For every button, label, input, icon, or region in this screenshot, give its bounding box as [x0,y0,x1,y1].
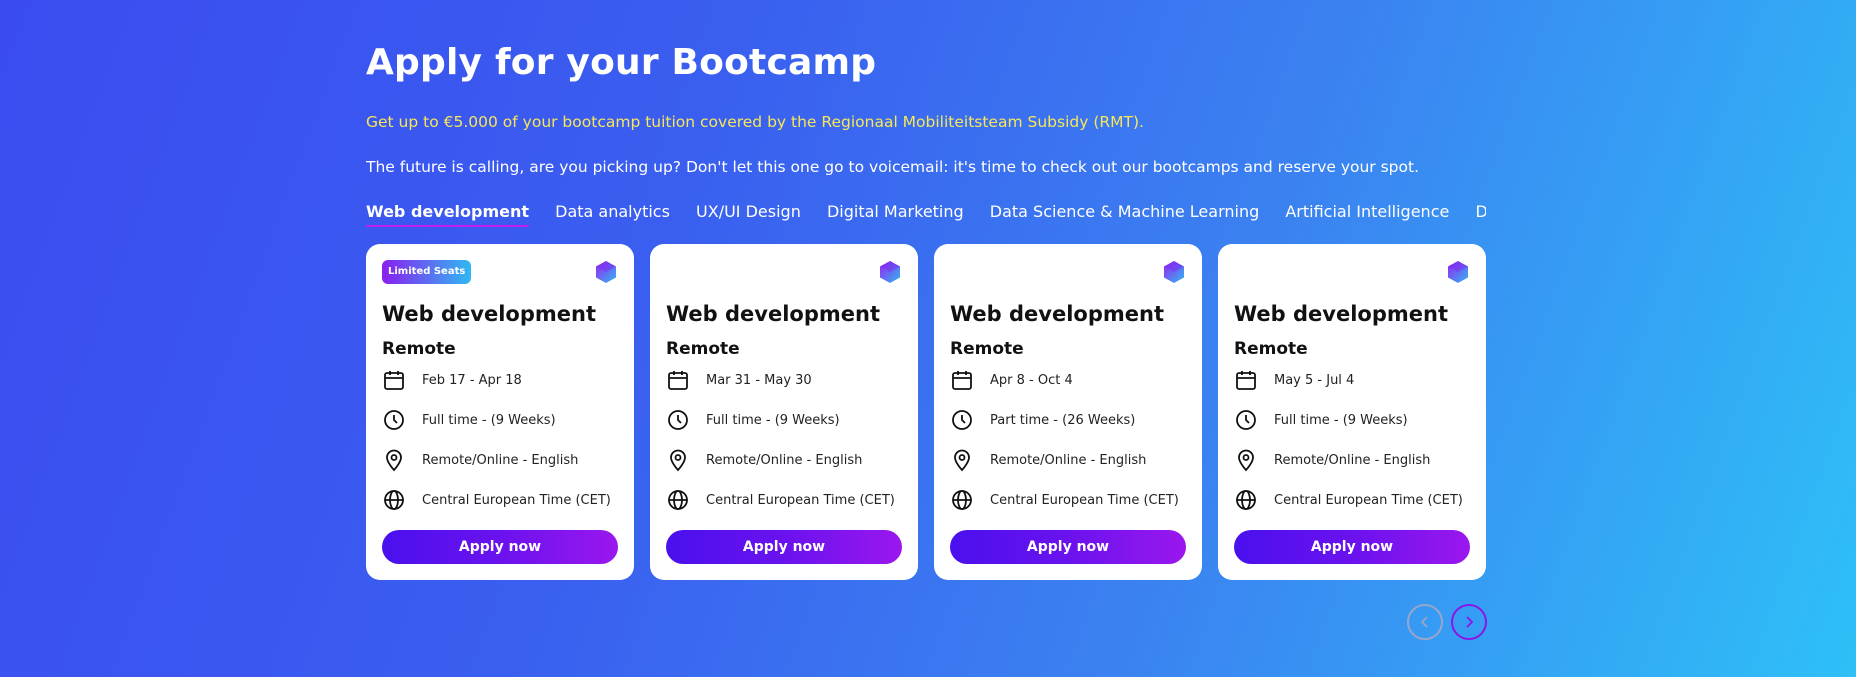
schedule-row: Full time - (9 Weeks) [382,407,556,433]
card-location: Remote/Online - English [422,452,579,468]
timezone-row: Central European Time (CET) [950,487,1179,513]
location-row: Remote/Online - English [382,447,578,473]
map-pin-icon [386,449,402,472]
bootcamp-card: Limited Seats Web development Remote Feb… [366,244,634,580]
chevron-left-icon [1420,616,1428,628]
timezone-row: Central European Time (CET) [1234,487,1463,513]
card-timezone: Central European Time (CET) [1274,492,1463,508]
map-pin-icon [1238,449,1254,472]
calendar-icon [1236,371,1256,390]
card-schedule: Full time - (9 Weeks) [422,412,556,428]
card-mode: Remote [382,339,456,359]
location-row: Remote/Online - English [950,447,1146,473]
calendar-icon [952,371,972,390]
carousel-next-button[interactable] [1451,604,1487,640]
dates-row: Apr 8 - Oct 4 [950,367,1073,393]
globe-icon [668,490,688,510]
chevron-right-icon [1466,616,1474,628]
card-title: Web development [1234,302,1448,326]
tab-devops-cloud[interactable]: DevOps & Cloud Computing [1475,202,1486,225]
clock-icon [1236,410,1256,430]
hexagon-logo-icon [880,261,900,283]
schedule-row: Full time - (9 Weeks) [1234,407,1408,433]
clock-icon [952,410,972,430]
tab-web-development[interactable]: Web development [366,202,530,227]
card-schedule: Full time - (9 Weeks) [1274,412,1408,428]
card-title: Web development [666,302,880,326]
location-row: Remote/Online - English [1234,447,1430,473]
schedule-row: Full time - (9 Weeks) [666,407,840,433]
card-mode: Remote [950,339,1024,359]
card-timezone: Central European Time (CET) [990,492,1179,508]
card-dates: Mar 31 - May 30 [706,372,812,388]
card-location: Remote/Online - English [706,452,863,468]
apply-now-button[interactable]: Apply now [666,530,902,564]
tab-data-analytics[interactable]: Data analytics [555,202,670,225]
carousel-prev-button[interactable] [1407,604,1443,640]
map-pin-icon [954,449,970,472]
card-location: Remote/Online - English [990,452,1147,468]
subsidy-text: Get up to €5.000 of your bootcamp tuitio… [366,113,1144,131]
hexagon-logo-icon [596,261,616,283]
card-dates: Feb 17 - Apr 18 [422,372,522,388]
schedule-row: Part time - (26 Weeks) [950,407,1135,433]
tab-artificial-intelligence[interactable]: Artificial Intelligence [1285,202,1449,225]
bootcamp-card: Web development Remote Apr 8 - Oct 4 Par… [934,244,1202,580]
card-schedule: Part time - (26 Weeks) [990,412,1136,428]
dates-row: Mar 31 - May 30 [666,367,812,393]
card-dates: Apr 8 - Oct 4 [990,372,1073,388]
card-schedule: Full time - (9 Weeks) [706,412,840,428]
tab-ux-ui-design[interactable]: UX/UI Design [696,202,801,225]
clock-icon [668,410,688,430]
globe-icon [384,490,404,510]
hexagon-logo-icon [1448,261,1468,283]
intro-text: The future is calling, are you picking u… [366,158,1420,176]
card-timezone: Central European Time (CET) [706,492,895,508]
tab-digital-marketing[interactable]: Digital Marketing [827,202,964,225]
bootcamp-card: Web development Remote Mar 31 - May 30 F… [650,244,918,580]
page-title: Apply for your Bootcamp [366,42,877,83]
globe-icon [1236,490,1256,510]
dates-row: Feb 17 - Apr 18 [382,367,522,393]
calendar-icon [668,371,688,390]
timezone-row: Central European Time (CET) [382,487,611,513]
card-title: Web development [950,302,1164,326]
card-timezone: Central European Time (CET) [422,492,611,508]
card-location: Remote/Online - English [1274,452,1431,468]
location-row: Remote/Online - English [666,447,862,473]
bootcamp-card: Web development Remote May 5 - Jul 4 Ful… [1218,244,1486,580]
hexagon-logo-icon [1164,261,1184,283]
card-title: Web development [382,302,596,326]
map-pin-icon [670,449,686,472]
clock-icon [384,410,404,430]
card-mode: Remote [666,339,740,359]
timezone-row: Central European Time (CET) [666,487,895,513]
apply-now-button[interactable]: Apply now [950,530,1186,564]
card-dates: May 5 - Jul 4 [1274,372,1355,388]
bootcamp-cards: Limited Seats Web development Remote Feb… [366,244,1486,580]
bootcamp-tabs: Web development Data analytics UX/UI Des… [366,202,1486,232]
tab-data-science[interactable]: Data Science & Machine Learning [990,202,1259,225]
globe-icon [952,490,972,510]
limited-seats-badge: Limited Seats [382,260,472,284]
calendar-icon [384,371,404,390]
card-mode: Remote [1234,339,1308,359]
apply-now-button[interactable]: Apply now [1234,530,1470,564]
apply-now-button[interactable]: Apply now [382,530,618,564]
dates-row: May 5 - Jul 4 [1234,367,1354,393]
